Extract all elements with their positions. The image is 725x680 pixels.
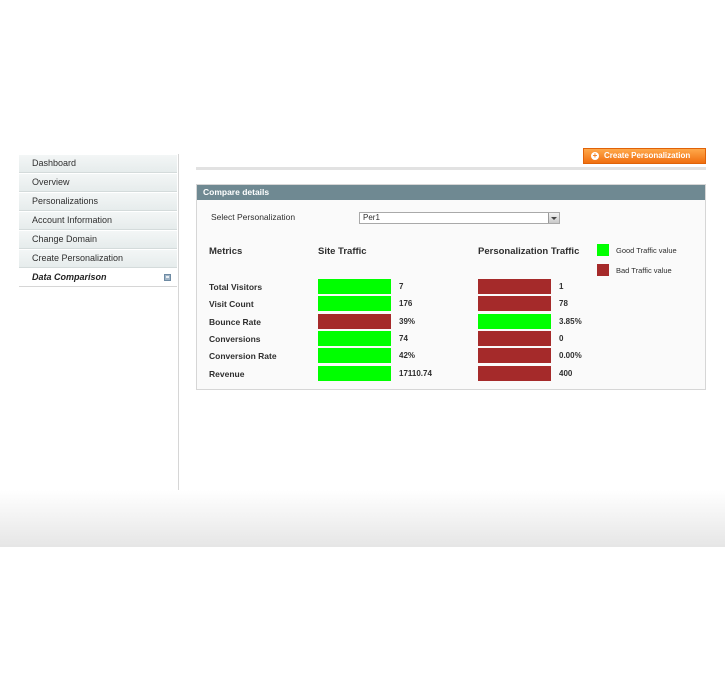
personalization-traffic-bar	[478, 313, 551, 329]
select-personalization-label: Select Personalization	[211, 212, 296, 222]
sidebar-item-account-information[interactable]: Account Information	[19, 211, 177, 230]
sidebar-tabs: Dashboard Overview Personalizations Acco…	[19, 154, 177, 287]
site-traffic-bar	[318, 365, 391, 381]
legend-good-label: Good Traffic value	[616, 246, 677, 255]
metric-label: Bounce Rate	[209, 316, 261, 327]
site-traffic-value: 74	[399, 333, 408, 343]
metric-label: Revenue	[209, 368, 245, 379]
sidebar-item-change-domain[interactable]: Change Domain	[19, 230, 177, 249]
site-traffic-value: 42%	[399, 351, 416, 361]
personalization-traffic-bar	[478, 279, 551, 294]
page-bottom-fade	[0, 490, 725, 547]
save-icon	[164, 274, 171, 281]
personalization-traffic-value: 3.85%	[559, 316, 582, 326]
site-traffic-value: 7	[399, 282, 404, 291]
col-head-personalization-traffic: Personalization Traffic	[478, 246, 580, 257]
sidebar-item-overview[interactable]: Overview	[19, 173, 177, 192]
sidebar-item-create-personalization[interactable]: Create Personalization	[19, 249, 177, 268]
panel-title: Compare details	[197, 185, 705, 200]
personalization-traffic-value: 0	[559, 333, 564, 343]
sidebar: Dashboard Overview Personalizations Acco…	[19, 154, 179, 490]
personalization-traffic-bar	[478, 330, 551, 346]
personalization-traffic-value: 0.00%	[559, 351, 582, 361]
personalization-traffic-value: 1	[559, 282, 564, 291]
site-traffic-bar	[318, 348, 391, 364]
personalization-traffic-value: 400	[559, 368, 573, 378]
site-traffic-bar	[318, 296, 391, 312]
site-traffic-bar	[318, 330, 391, 346]
site-traffic-value: 176	[399, 299, 413, 309]
site-traffic-value: 17110.74	[399, 368, 432, 378]
col-head-site-traffic: Site Traffic	[318, 246, 367, 257]
legend-bad-swatch	[597, 264, 609, 276]
personalization-traffic-bar	[478, 348, 551, 364]
site-traffic-bar	[318, 313, 391, 329]
legend-bad-label: Bad Traffic value	[616, 266, 672, 275]
dropdown-arrow-icon[interactable]	[548, 213, 559, 223]
create-personalization-label: Create Personalization	[604, 151, 691, 160]
col-head-metrics: Metrics	[209, 246, 243, 257]
personalization-select[interactable]: Per1	[359, 212, 560, 224]
legend-good-swatch	[597, 244, 609, 256]
personalization-traffic-bar	[478, 296, 551, 312]
create-personalization-button[interactable]: + Create Personalization	[583, 148, 706, 164]
metric-label: Visit Count	[209, 299, 254, 310]
metric-label: Conversion Rate	[209, 351, 277, 362]
metric-label: Total Visitors	[209, 282, 263, 292]
select-value: Per1	[363, 213, 380, 222]
header-divider	[196, 167, 706, 170]
site-traffic-value: 39%	[399, 316, 416, 326]
compare-details-panel: Compare details Select Personalization P…	[196, 184, 706, 390]
site-traffic-bar	[318, 279, 391, 294]
plus-icon: +	[591, 151, 599, 160]
metric-label: Conversions	[209, 333, 261, 344]
sidebar-item-dashboard[interactable]: Dashboard	[19, 154, 177, 173]
personalization-traffic-value: 78	[559, 299, 568, 309]
sidebar-item-label: Data Comparison	[32, 272, 107, 282]
sidebar-item-personalizations[interactable]: Personalizations	[19, 192, 177, 211]
sidebar-item-data-comparison[interactable]: Data Comparison	[19, 268, 177, 287]
personalization-traffic-bar	[478, 365, 551, 381]
